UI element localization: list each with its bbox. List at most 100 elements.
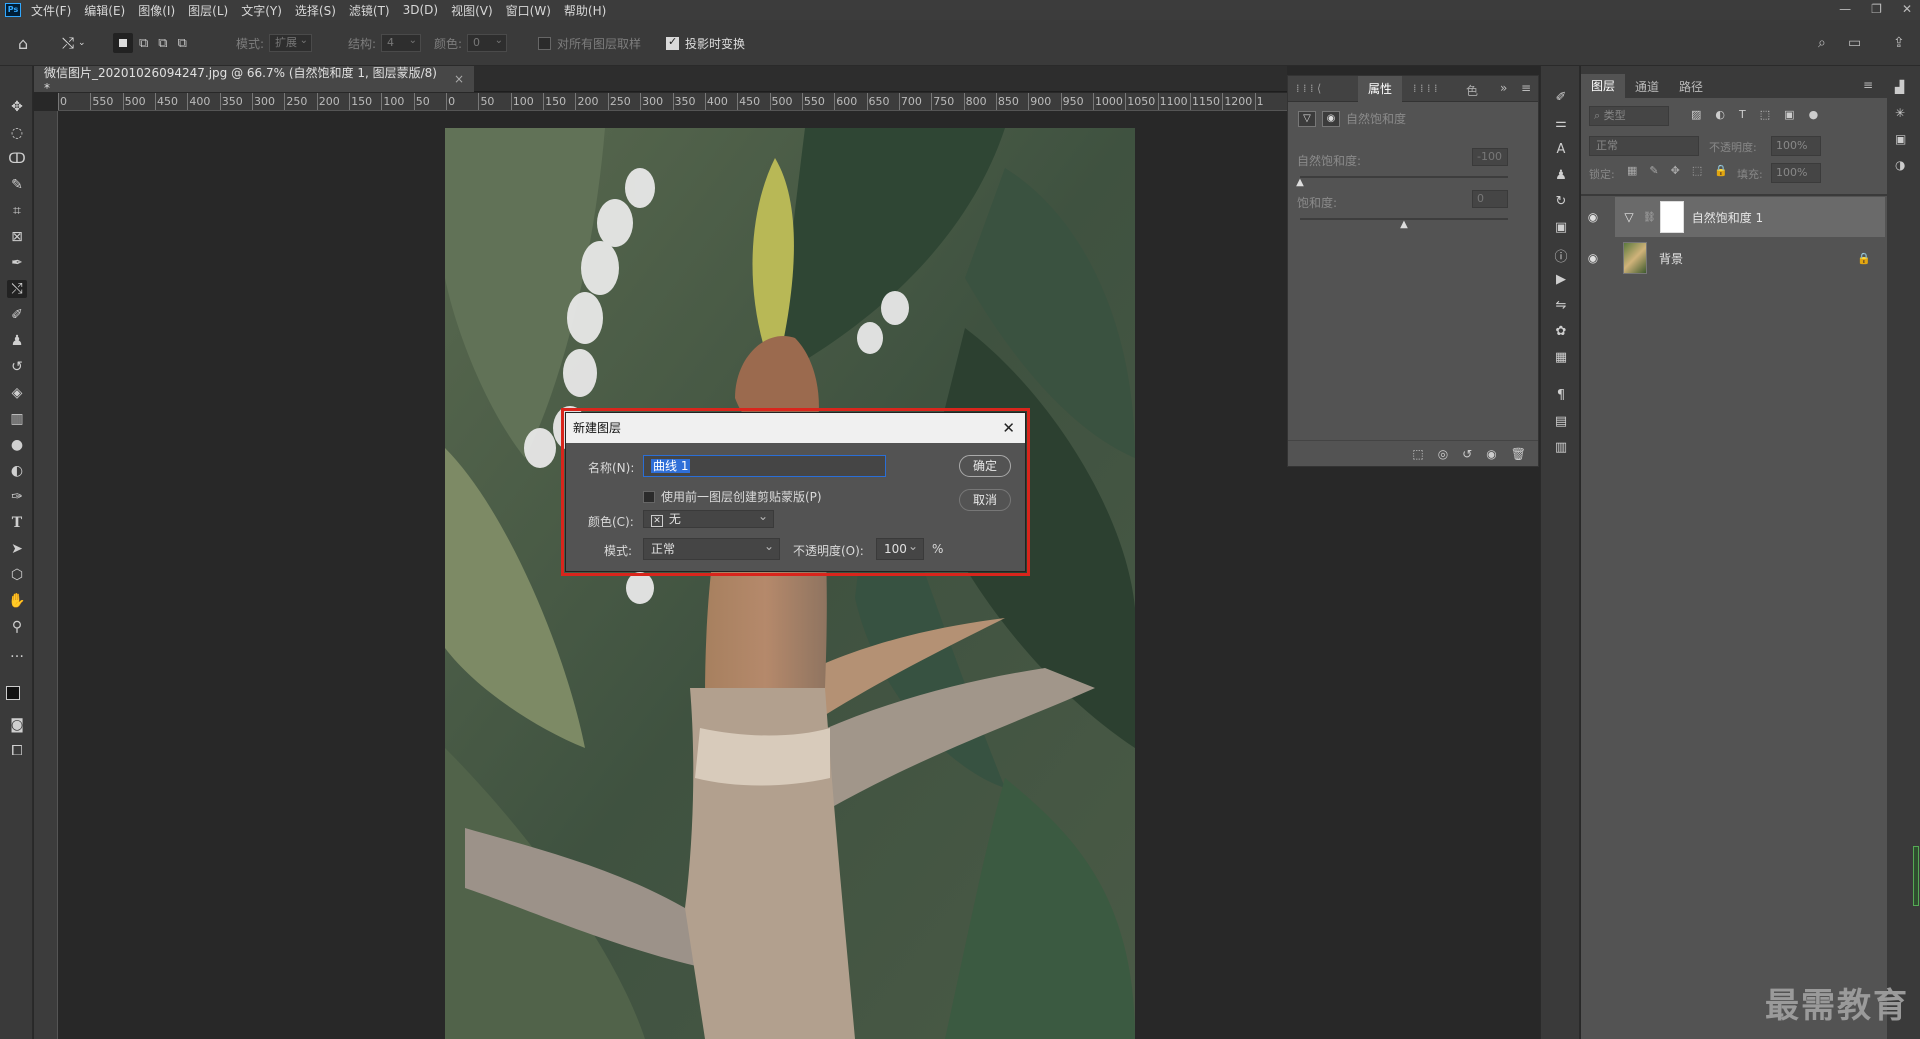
- home-icon[interactable]: ⌂: [18, 20, 28, 66]
- tab-paths[interactable]: 路径: [1669, 78, 1713, 95]
- eyedropper-icon[interactable]: ✒: [7, 254, 27, 272]
- view-previous-icon[interactable]: ◎: [1438, 447, 1448, 461]
- panel-menu-icon[interactable]: ≡: [1521, 81, 1531, 95]
- subtract-selection-icon[interactable]: ⧉: [158, 36, 167, 51]
- brush-settings-icon[interactable]: ✐: [1551, 90, 1571, 108]
- sample-all-checkbox[interactable]: [538, 36, 551, 50]
- layer-row[interactable]: ▽ ⛓ 自然饱和度 1: [1615, 197, 1885, 237]
- structure-select[interactable]: 4: [381, 33, 422, 52]
- menu-3d[interactable]: 3D(D): [403, 3, 438, 17]
- properties-icon[interactable]: ▣: [1551, 220, 1571, 238]
- path-select-icon[interactable]: ➤: [7, 540, 27, 558]
- lock-all-icon[interactable]: 🔒: [1714, 164, 1728, 177]
- menu-edit[interactable]: 编辑(E): [84, 2, 125, 19]
- history-icon[interactable]: ↻: [1551, 194, 1571, 212]
- scroll-indicator[interactable]: [1913, 846, 1919, 906]
- sample-all-option[interactable]: 对所有图层取样: [538, 20, 641, 66]
- menu-window[interactable]: 窗口(W): [506, 2, 551, 19]
- layer-comps-icon[interactable]: ⇋: [1551, 298, 1571, 316]
- filter-toggle-icon[interactable]: ●: [1809, 108, 1819, 121]
- pen-icon[interactable]: ✑: [7, 488, 27, 506]
- collapsed-panel-icons[interactable]: ⁞ ⁞ ⁞ ⟨: [1296, 82, 1321, 95]
- swatches-icon[interactable]: ✿: [1551, 324, 1571, 342]
- transform-checkbox[interactable]: [666, 35, 679, 50]
- notes-icon[interactable]: ▥: [1551, 440, 1571, 458]
- zoom-icon[interactable]: ⚲: [7, 618, 27, 636]
- brush-icon[interactable]: ✐: [7, 306, 27, 324]
- content-aware-move-icon[interactable]: ⤭ ⌄: [62, 20, 86, 66]
- more-panel-icons[interactable]: ⁞ ⁞ ⁞ ⁞: [1413, 82, 1437, 95]
- screen-mode-icon[interactable]: ⧠: [7, 742, 27, 760]
- menu-file[interactable]: 文件(F): [31, 2, 71, 19]
- tab-channels[interactable]: 通道: [1625, 78, 1669, 95]
- mode-select[interactable]: 正常: [643, 536, 780, 560]
- menu-type[interactable]: 文字(Y): [241, 2, 282, 19]
- frame-icon[interactable]: ⊠: [7, 228, 27, 246]
- tab-layers[interactable]: 图层: [1581, 74, 1626, 98]
- layer-mask-thumbnail[interactable]: [1659, 201, 1684, 233]
- link-icon[interactable]: ⛓: [1643, 212, 1656, 223]
- gradient-icon[interactable]: ▥: [7, 410, 27, 428]
- menu-select[interactable]: 选择(S): [295, 2, 336, 19]
- minimize-icon[interactable]: —: [1839, 2, 1851, 16]
- new-selection-icon[interactable]: [113, 33, 133, 53]
- clip-option[interactable]: 使用前一图层创建剪贴蒙版(P): [643, 488, 822, 505]
- properties-tab[interactable]: 属性: [1358, 76, 1403, 102]
- blur-icon[interactable]: ●: [7, 436, 27, 454]
- lock-transparent-icon[interactable]: ▦: [1627, 164, 1637, 177]
- vibrance-slider-thumb[interactable]: ▲: [1296, 177, 1304, 188]
- saturation-slider-thumb[interactable]: ▲: [1400, 219, 1408, 230]
- menu-layer[interactable]: 图层(L): [188, 2, 228, 19]
- eye-icon[interactable]: ◉: [1581, 197, 1605, 237]
- marquee-icon[interactable]: ◌: [7, 124, 27, 142]
- shape-filter-icon[interactable]: ⬚: [1760, 108, 1770, 121]
- quick-mask-icon[interactable]: ◙: [7, 716, 27, 734]
- layers-menu-icon[interactable]: ≡: [1863, 78, 1873, 92]
- hand-icon[interactable]: ✋: [7, 592, 27, 610]
- expand-panel-icon[interactable]: »: [1500, 81, 1507, 95]
- clip-to-layer-icon[interactable]: ⬚: [1412, 447, 1423, 461]
- move-icon[interactable]: ✥: [7, 98, 27, 116]
- menu-image[interactable]: 图像(I): [138, 2, 175, 19]
- layer-mask-icon[interactable]: ◉: [1322, 110, 1340, 127]
- lasso-icon[interactable]: ↀ: [7, 150, 27, 168]
- close-icon[interactable]: ✕: [1002, 413, 1015, 443]
- smart-object-filter-icon[interactable]: ▣: [1784, 108, 1794, 121]
- menu-view[interactable]: 视图(V): [451, 2, 493, 19]
- info-icon[interactable]: ⓘ: [1551, 246, 1571, 265]
- libraries-icon[interactable]: ▣: [1895, 132, 1906, 146]
- paragraph-styles-icon[interactable]: ▤: [1551, 414, 1571, 432]
- saturation-value[interactable]: 0: [1472, 190, 1508, 208]
- share-icon[interactable]: ⇪: [1893, 20, 1905, 66]
- workspace-icon[interactable]: ▭: [1848, 20, 1861, 66]
- quick-select-icon[interactable]: ✎: [7, 176, 27, 194]
- toggle-visibility-icon[interactable]: ◉: [1486, 447, 1496, 461]
- menu-filter[interactable]: 滤镜(T): [349, 2, 390, 19]
- color-tab[interactable]: 色: [1466, 82, 1478, 99]
- layer-filter-select[interactable]: ⌕ 类型: [1589, 106, 1669, 126]
- close-window-icon[interactable]: ✕: [1902, 2, 1912, 16]
- color-select[interactable]: ✕ 无: [643, 508, 774, 528]
- crop-icon[interactable]: ⌗: [7, 202, 27, 220]
- cancel-button[interactable]: 取消: [959, 489, 1011, 511]
- eye-icon[interactable]: ◉: [1581, 238, 1605, 278]
- vibrance-slider[interactable]: [1300, 176, 1508, 178]
- mode-select[interactable]: 扩展: [269, 33, 313, 52]
- name-input[interactable]: 曲线 1: [643, 455, 886, 477]
- document-tab[interactable]: 微信图片_20201026094247.jpg @ 66.7% (自然饱和度 1…: [34, 66, 474, 95]
- lock-pixels-icon[interactable]: ✎: [1649, 164, 1658, 177]
- eraser-icon[interactable]: ◈: [7, 384, 27, 402]
- paragraph-icon[interactable]: ¶: [1551, 388, 1571, 406]
- more-icon[interactable]: …: [7, 644, 27, 662]
- content-aware-move-tool-icon[interactable]: ⤭: [7, 280, 27, 298]
- table-icon[interactable]: ▦: [1551, 350, 1571, 368]
- trash-icon[interactable]: 🗑: [1511, 447, 1526, 461]
- adjustments-icon[interactable]: ⚌: [1551, 116, 1571, 134]
- vibrance-value[interactable]: -100: [1472, 148, 1508, 166]
- history-brush-icon[interactable]: ↺: [7, 358, 27, 376]
- color-icon[interactable]: ◑: [1895, 158, 1905, 172]
- reset-icon[interactable]: ↺: [1462, 447, 1472, 461]
- actions-icon[interactable]: ▶: [1551, 272, 1571, 290]
- add-selection-icon[interactable]: ⧉: [139, 36, 148, 51]
- navigator-icon[interactable]: ✳: [1895, 106, 1905, 120]
